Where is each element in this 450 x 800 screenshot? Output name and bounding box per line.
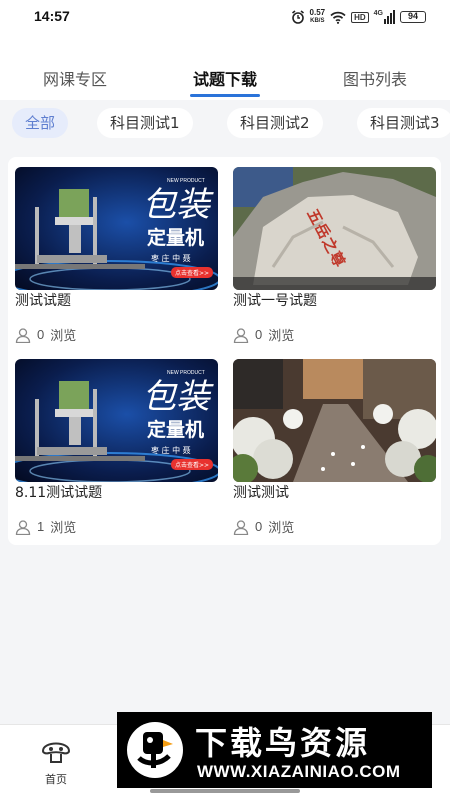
filter-chip-subject-3[interactable]: 科目测试3 bbox=[357, 108, 450, 138]
nav-home-label: 首页 bbox=[45, 773, 67, 786]
views-label: 浏览 bbox=[268, 329, 295, 344]
thumb-view-badge: 点击查看>> bbox=[171, 267, 214, 278]
views-label: 浏览 bbox=[50, 521, 77, 536]
top-tabs: 网课专区 试题下载 图书列表 bbox=[0, 34, 450, 100]
wifi-icon bbox=[330, 11, 346, 24]
exam-card[interactable]: NEW PRODUCT 包装 定量机 枣 庄 中 聂 点击查看>> 测试试题 0… bbox=[15, 167, 218, 344]
gesture-bar[interactable] bbox=[150, 789, 300, 793]
card-title: 测试一号试题 bbox=[233, 293, 317, 309]
user-icon bbox=[15, 519, 31, 535]
bird-logo-icon bbox=[127, 722, 183, 778]
hd-badge: HD bbox=[351, 11, 369, 23]
views-count: 0 bbox=[255, 327, 263, 342]
views-count: 0 bbox=[255, 519, 263, 534]
alarm-icon bbox=[291, 10, 304, 24]
flower-aisle-image bbox=[233, 359, 436, 482]
thumb-subheadline: 定量机 bbox=[147, 419, 205, 441]
views-count: 1 bbox=[37, 519, 45, 534]
exam-list-panel: NEW PRODUCT 包装 定量机 枣 庄 中 聂 点击查看>> 测试试题 0… bbox=[8, 157, 441, 545]
views-label: 浏览 bbox=[50, 329, 77, 344]
card-thumbnail bbox=[233, 359, 436, 482]
thumb-tag-text: NEW PRODUCT bbox=[167, 370, 205, 376]
filter-chip-subject-2[interactable]: 科目测试2 bbox=[227, 108, 323, 138]
exam-card[interactable]: 五岳之尊 测试一号试题 0 浏览 bbox=[233, 167, 436, 344]
filter-chip-subject-1[interactable]: 科目测试1 bbox=[97, 108, 193, 138]
exam-card[interactable]: NEW PRODUCT 包装 定量机 枣 庄 中 聂 点击查看>> 8.11测试… bbox=[15, 359, 218, 536]
category-filter-bar: 全部 科目测试1 科目测试2 科目测试3 bbox=[0, 100, 450, 150]
user-icon bbox=[15, 327, 31, 343]
thumb-small-text: 枣 庄 中 聂 bbox=[151, 446, 191, 455]
watermark-title: 下载鸟资源 bbox=[195, 724, 371, 762]
network-type: 4G bbox=[373, 10, 383, 17]
thumb-headline: 包装 bbox=[142, 185, 210, 225]
card-title: 测试试题 bbox=[15, 293, 71, 309]
tab-book-list[interactable]: 图书列表 bbox=[343, 66, 407, 90]
status-time: 14:57 bbox=[34, 8, 70, 24]
net-speed-value: 0.57 bbox=[309, 8, 326, 17]
thumb-headline: 包装 bbox=[142, 377, 210, 417]
cellular-icon: 4G bbox=[374, 10, 395, 24]
views-count: 0 bbox=[37, 327, 45, 342]
card-title: 8.11测试试题 bbox=[15, 485, 103, 501]
watermark-url: WWW.XIAZAINIAO.COM bbox=[197, 762, 401, 781]
card-thumbnail: NEW PRODUCT 包装 定量机 枣 庄 中 聂 点击查看>> bbox=[15, 359, 218, 482]
thumb-small-text: 枣 庄 中 聂 bbox=[151, 254, 191, 263]
card-thumbnail: NEW PRODUCT 包装 定量机 枣 庄 中 聂 点击查看>> bbox=[15, 167, 218, 290]
net-speed-unit: KB/S bbox=[310, 18, 325, 24]
thumb-view-badge: 点击查看>> bbox=[171, 459, 214, 470]
status-icons: 0.57 KB/S HD 4G 94 bbox=[291, 8, 426, 26]
net-speed: 0.57 KB/S bbox=[310, 9, 326, 25]
tab-exam-download[interactable]: 试题下载 bbox=[193, 66, 257, 90]
card-views: 0 浏览 bbox=[233, 325, 436, 344]
thumb-tag-text: NEW PRODUCT bbox=[167, 178, 205, 184]
status-bar: 14:57 0.57 KB/S HD 4G 94 bbox=[0, 0, 450, 34]
user-icon bbox=[233, 327, 249, 343]
battery-indicator: 94 bbox=[400, 11, 426, 23]
filter-chip-all[interactable]: 全部 bbox=[12, 108, 69, 138]
card-views: 1 浏览 bbox=[15, 517, 218, 536]
home-icon bbox=[41, 742, 71, 763]
thumb-subheadline: 定量机 bbox=[147, 227, 205, 249]
exam-card[interactable]: 测试测试 0 浏览 bbox=[233, 359, 436, 536]
tab-online-courses[interactable]: 网课专区 bbox=[43, 66, 107, 90]
card-thumbnail: 五岳之尊 bbox=[233, 167, 436, 290]
views-label: 浏览 bbox=[268, 521, 295, 536]
nav-home[interactable]: 首页 bbox=[36, 735, 76, 787]
active-tab-indicator bbox=[190, 94, 260, 97]
card-title: 测试测试 bbox=[233, 485, 289, 501]
user-icon bbox=[233, 519, 249, 535]
watermark-banner: 下载鸟资源 WWW.XIAZAINIAO.COM bbox=[117, 712, 432, 788]
card-views: 0 浏览 bbox=[233, 517, 436, 536]
card-views: 0 浏览 bbox=[15, 325, 218, 344]
